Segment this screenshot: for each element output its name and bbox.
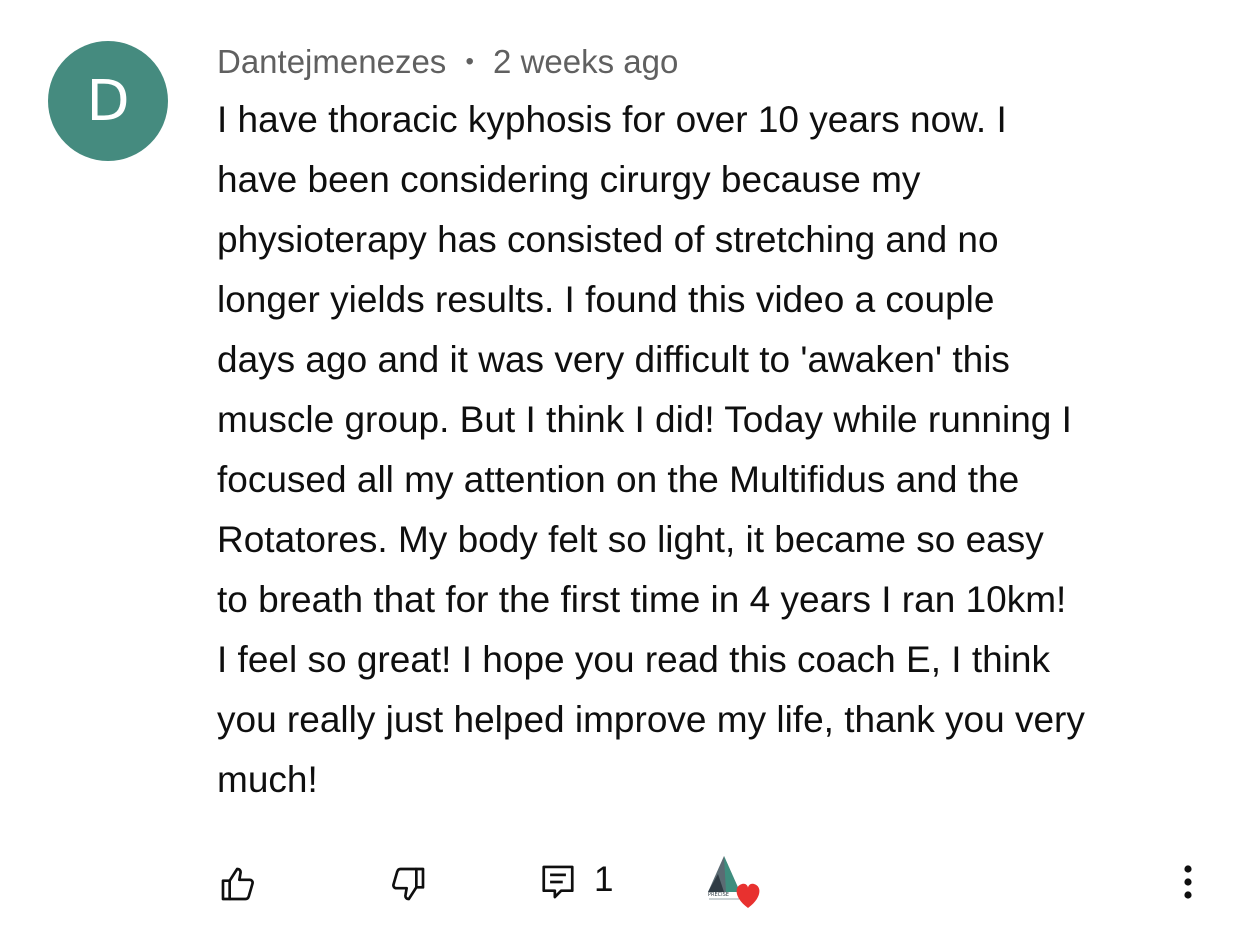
comment-line: I feel so great! I hope you read this co… [217,639,1050,680]
avatar[interactable]: D [48,41,168,161]
comment-line: you really just helped improve my life, … [217,699,1085,740]
reply-button[interactable] [532,856,584,908]
comment-line: muscle group. But I think I did! Today w… [217,399,1072,440]
comment-timestamp[interactable]: 2 weeks ago [493,43,678,80]
thumbs-down-icon [392,867,425,901]
comment-line: focused all my attention on the Multifid… [217,459,1020,500]
dislike-button[interactable] [382,858,434,910]
creator-logo-text: PRECISE [708,892,729,898]
comment-line: Rotatores. My body felt so light, it bec… [217,519,1044,560]
author-name[interactable]: Dantejmenezes [217,43,446,80]
comment-line: I have thoracic kyphosis for over 10 yea… [217,99,1007,140]
avatar-letter: D [86,68,130,134]
comment-line: to breath that for the first time in 4 y… [217,579,1067,620]
more-options-button[interactable] [1168,856,1208,908]
reply-count[interactable]: 1 [594,858,613,902]
creator-heart-badge: PRECISE [704,852,766,910]
comment-text: I have thoracic kyphosis for over 10 yea… [217,90,1212,810]
comment-reply-icon [542,865,574,899]
comment-line: days ago and it was very difficult to 'a… [217,339,1010,380]
header-separator: • [465,48,474,75]
comment-header: Dantejmenezes • 2 weeks ago [217,40,678,84]
comment-line: have been considering cirurgy because my [217,159,921,200]
thumbs-up-icon [221,867,254,901]
comment-actions: 1 PRECISE [0,850,1242,910]
comment-line: physioterapy has consisted of stretching… [217,219,999,260]
comment-line: longer yields results. I found this vide… [217,279,995,320]
more-vertical-icon [1184,865,1192,899]
like-button[interactable] [212,858,264,910]
creator-heart-icon: PRECISE [706,856,760,908]
comment-line: much! [217,759,318,800]
